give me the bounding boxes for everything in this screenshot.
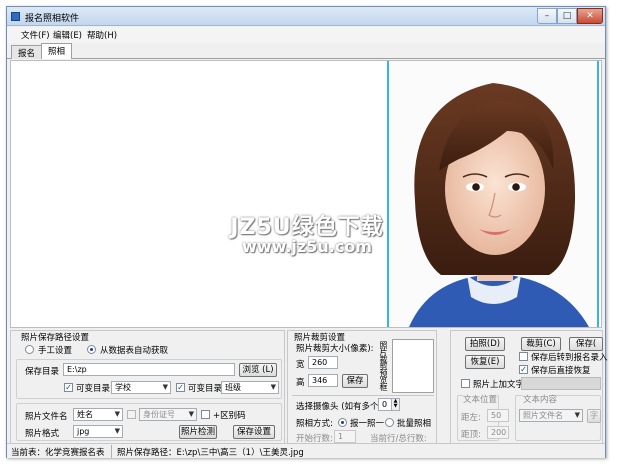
from-left-label: 距左: (461, 413, 481, 423)
close-button[interactable]: ✕ (577, 8, 603, 24)
photo-path-panel: 照片保存路径设置 手工设置 从数据表自动获取 保存目录 E:\zp 浏览 (L)… (10, 330, 285, 444)
crop-save-button[interactable]: 保存 (342, 374, 368, 388)
subdir2-value: 班级 (225, 383, 241, 392)
maximize-button[interactable]: □ (557, 8, 577, 24)
captured-photo[interactable] (387, 61, 599, 327)
tab-register[interactable]: 报名 (11, 45, 43, 59)
menu-edit[interactable]: 编辑(E) (53, 29, 82, 41)
subdir1-checkbox[interactable]: ✓ (64, 383, 73, 392)
camera-preview-area[interactable]: JZ5U绿色下载 www.jz5u.com (10, 60, 602, 328)
minimize-button[interactable]: – (537, 8, 557, 24)
chevron-down-icon: ▼ (162, 383, 168, 391)
mode-one-label: 报一照一 (350, 419, 385, 429)
text-content-label: 文本内容 (523, 393, 558, 405)
app-icon (11, 12, 20, 21)
start-row-input[interactable]: 1 (334, 430, 356, 443)
crop-height-input[interactable]: 346 (308, 374, 338, 387)
filename-extra-value: 身份证号 (143, 410, 175, 419)
actions-panel: 拍照(D) 裁剪(C) 保存( 恢复(E) 保存后转到报名录入 ✓ 保存后直接恢… (450, 330, 608, 444)
from-top-input[interactable]: 200 (487, 426, 509, 439)
jump-after-save-checkbox[interactable] (519, 352, 528, 361)
photo-path-legend: 照片保存路径设置 (19, 331, 92, 343)
jump-after-save-label: 保存后转到报名录入 (531, 353, 608, 363)
add-text-checkbox[interactable] (461, 379, 470, 388)
status-bar: 当前表：化学竞赛报名表 照片保存路径：E:\zp\三中\高三（1）\王美灵.jp… (7, 443, 605, 458)
crop-width-label: 宽 (296, 360, 305, 370)
filename-value: 姓名 (77, 410, 93, 419)
menu-help[interactable]: 帮助(H) (87, 29, 117, 41)
text-position-label: 文本位置 (463, 393, 498, 405)
text-content-value: 照片文件名 (523, 411, 563, 420)
photo-check-button[interactable]: 照片检测 (179, 425, 217, 439)
auto-radio-label: 从数据表自动获取 (100, 346, 169, 356)
status-current-table: 当前表：化学竞赛报名表 (11, 448, 105, 458)
auto-radio[interactable] (87, 345, 96, 354)
add-text-label: 照片上加文字 (473, 380, 525, 390)
app-window: 报名照相软件 – □ ✕ 文件(F) 编辑(E) 帮助(H) 报名 照相 JZ5… (6, 6, 608, 458)
manual-radio[interactable] (25, 345, 34, 354)
window-title: 报名照相软件 (25, 14, 80, 24)
filename-extra-select[interactable]: 身份证号 ▼ (139, 408, 197, 421)
crop-divider (292, 395, 434, 396)
crop-button[interactable]: 裁剪(C) (521, 337, 561, 351)
manual-radio-label: 手工设置 (38, 346, 73, 356)
crop-height-label: 高 (296, 378, 305, 388)
crop-width-input[interactable]: 260 (308, 356, 338, 369)
crop-settings-panel: 照片裁剪设置 照片裁剪大小(像素): 宽 260 高 346 保存 照片裁剪预览… (287, 330, 437, 444)
filename-label: 照片文件名 (25, 412, 68, 422)
format-select[interactable]: jpg ▼ (73, 425, 123, 438)
chevron-down-icon: ▼ (188, 410, 194, 418)
subdir1-select[interactable]: 学校 ▼ (111, 381, 171, 394)
status-save-path: 照片保存路径：E:\zp\三中\高三（1）\王美灵.jpg (117, 448, 304, 458)
mode-one-radio[interactable] (338, 418, 347, 427)
format-value: jpg (77, 427, 90, 436)
camera-spinner[interactable]: 0 ▲ ▼ (378, 398, 400, 411)
subdir1-value: 学校 (115, 383, 131, 392)
from-left-input[interactable]: 50 (487, 409, 509, 422)
from-top-label: 距顶: (461, 430, 481, 440)
text-content-select[interactable]: 照片文件名 ▼ (519, 409, 583, 422)
restore-button[interactable]: 恢复(E) (465, 355, 505, 369)
save-photo-button[interactable]: 保存( (569, 337, 603, 351)
distinguish-label: +区别码 (213, 411, 246, 421)
chevron-down-icon: ▼ (270, 383, 276, 391)
filename-extra-checkbox[interactable] (127, 410, 136, 419)
browse-button[interactable]: 浏览 (L) (239, 363, 277, 377)
mode-batch-radio[interactable] (385, 418, 394, 427)
save-dir-input[interactable]: E:\zp (63, 363, 235, 376)
capture-button[interactable]: 拍照(D) (465, 337, 505, 351)
restore-after-save-checkbox[interactable]: ✓ (519, 365, 528, 374)
format-label: 照片格式 (25, 429, 60, 439)
portrait-image (389, 61, 597, 327)
subdir1-label: 可变目录1 (76, 384, 116, 394)
title-bar[interactable]: 报名照相软件 – □ ✕ (7, 7, 605, 26)
subdir2-checkbox[interactable]: ✓ (176, 383, 185, 392)
status-divider (111, 445, 112, 458)
mode-label: 照相方式: (296, 419, 333, 429)
camera-select-label: 选择摄像头 (如有多个): (296, 402, 385, 412)
subdir2-select[interactable]: 班级 ▼ (221, 381, 279, 394)
chevron-down-icon: ▼ (114, 410, 120, 418)
camera-value: 0 (382, 400, 388, 409)
text-color-swatch[interactable] (521, 377, 601, 390)
filename-select[interactable]: 姓名 ▼ (73, 408, 123, 421)
menu-file[interactable]: 文件(F) (21, 29, 50, 41)
chevron-down-icon: ▼ (114, 427, 120, 435)
tab-photo[interactable]: 照相 (41, 43, 73, 59)
font-button[interactable]: 字 (587, 409, 601, 423)
watermark-url: www.jz5u.com (242, 237, 372, 256)
save-settings-button[interactable]: 保存设置 (233, 425, 275, 439)
tab-bar: 报名 照相 (7, 43, 605, 59)
spinner-arrows-icon[interactable]: ▲ ▼ (391, 399, 399, 410)
crop-size-label: 照片裁剪大小(像素): (296, 344, 374, 354)
restore-after-save-label: 保存后直接恢复 (531, 366, 591, 376)
distinguish-checkbox[interactable] (201, 410, 210, 419)
save-dir-label: 保存目录 (25, 367, 60, 377)
menu-bar: 文件(F) 编辑(E) 帮助(H) (7, 27, 605, 43)
mode-batch-label: 批量照相 (397, 419, 432, 429)
crop-preview-hint: 照片裁剪预览框 (379, 341, 388, 390)
crop-preview-box (392, 339, 434, 393)
chevron-down-icon: ▼ (574, 411, 580, 419)
